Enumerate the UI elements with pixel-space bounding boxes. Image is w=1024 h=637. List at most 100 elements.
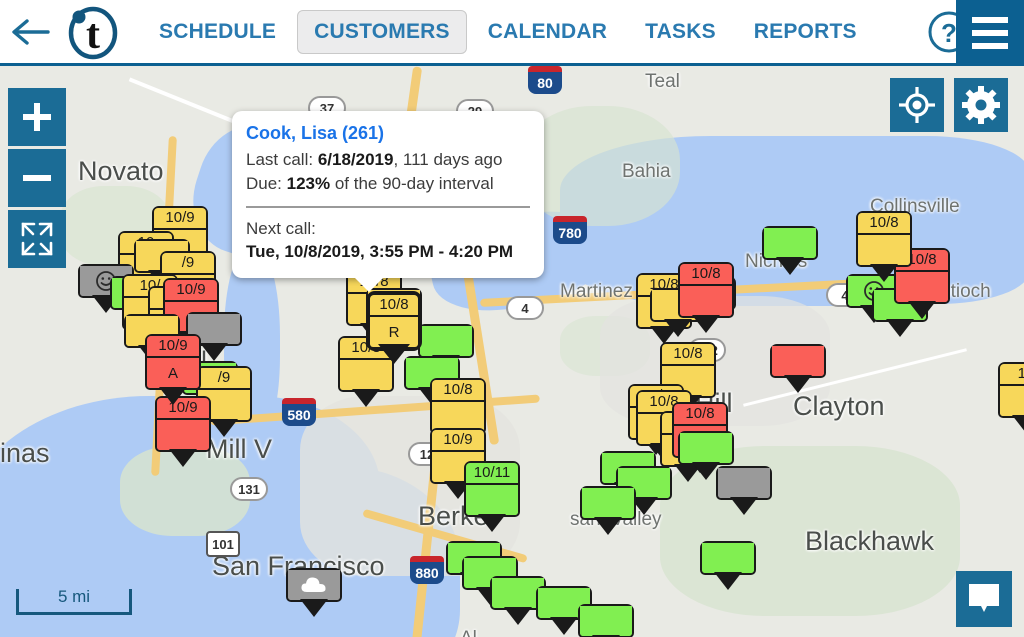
fullscreen-expand-icon[interactable] (8, 210, 66, 268)
app-logo[interactable]: t (62, 0, 124, 65)
map-pin-area (718, 468, 770, 498)
map-pin-date-label: 10/9 (154, 208, 206, 230)
map-pin-body: 10/8 R (366, 291, 422, 364)
highway-shield-icon: 4 (506, 296, 544, 320)
popup-last-call-suffix: , 111 days ago (393, 150, 503, 169)
map-pin[interactable]: 10 (998, 362, 1024, 433)
map-pin-area (680, 433, 732, 463)
map-pin[interactable] (716, 466, 772, 515)
map-pin[interactable] (286, 568, 342, 617)
map-place-label: Clayton (793, 391, 885, 421)
popup-due-label: Due: (246, 174, 287, 193)
svg-text:?: ? (941, 18, 957, 48)
map-place-label: inas (0, 438, 50, 468)
map-pin-pointer (352, 389, 380, 407)
map-pin[interactable]: 10/8 (678, 262, 734, 333)
map-pin-body (418, 324, 474, 373)
map-pin-body (716, 466, 772, 515)
map-pin-date-label: 10/8 (680, 264, 732, 286)
app-root: t SCHEDULE CUSTOMERS CALENDAR TASKS REPO… (0, 0, 1024, 637)
popup-last-call-label: Last call: (246, 150, 318, 169)
map-pin-date-label: 10 (1000, 364, 1024, 386)
map-pin-pointer (550, 617, 578, 635)
map-place-label: Teal (645, 71, 680, 92)
menu-bar-3 (972, 43, 1008, 49)
hamburger-menu-icon[interactable] (956, 0, 1024, 66)
map-pin-area (580, 606, 632, 636)
nav-item-customers[interactable]: CUSTOMERS (297, 9, 467, 54)
map-pin-body (286, 568, 342, 617)
map-place-label: Al (460, 628, 477, 637)
popup-customer-name[interactable]: Cook, Lisa (261) (246, 123, 530, 144)
popup-last-call: Last call: 6/18/2019, 111 days ago (246, 148, 530, 172)
map-pin-pointer (478, 514, 506, 532)
nav-item-tasks[interactable]: TASKS (628, 10, 733, 54)
map-pin[interactable] (762, 226, 818, 275)
map-pin-area (702, 543, 754, 573)
zoom-out-button[interactable] (8, 149, 66, 207)
map-place-label: Blackhawk (805, 526, 935, 556)
customer-info-popup[interactable]: Cook, Lisa (261) Last call: 6/18/2019, 1… (232, 111, 544, 292)
map-pin-date-label: 10/9 (147, 336, 199, 358)
app-header: t SCHEDULE CUSTOMERS CALENDAR TASKS REPO… (0, 0, 1024, 66)
map-pin[interactable]: 10/11 (464, 461, 520, 532)
map-pin-date-label: /9 (198, 368, 250, 390)
map-pin-pointer (870, 264, 898, 282)
map-pin-date-label: 10/11 (466, 463, 518, 485)
map-pin[interactable]: 10/9 A (145, 334, 201, 405)
map-pin[interactable] (770, 344, 826, 393)
map-pin[interactable]: 10/8 (430, 378, 486, 449)
popup-divider (246, 206, 530, 208)
nav-item-schedule[interactable]: SCHEDULE (142, 10, 293, 54)
map-pin-body (580, 486, 636, 535)
main-navigation: SCHEDULE CUSTOMERS CALENDAR TASKS REPORT… (142, 9, 874, 54)
map-pin-pointer (200, 343, 228, 361)
highway-shield-icon: 131 (230, 477, 268, 501)
nav-item-calendar[interactable]: CALENDAR (471, 10, 624, 54)
cloud-icon (288, 570, 340, 600)
gear-icon[interactable] (954, 78, 1008, 132)
zoom-in-button[interactable] (8, 88, 66, 146)
highway-shield-icon: 880 (410, 556, 444, 584)
map-pin-pointer (210, 419, 238, 437)
map-pin-area (340, 360, 392, 390)
map-place-label: Mill V (206, 434, 272, 464)
popup-last-call-date: 6/18/2019 (317, 150, 394, 169)
map-pin-selected[interactable]: 10/8 R (366, 291, 422, 364)
popup-pointer (354, 277, 384, 292)
map-pin-route-label: R (370, 317, 418, 347)
map-pin-pointer (664, 319, 692, 337)
highway-shield-icon: 101 (206, 531, 240, 557)
nav-item-reports[interactable]: REPORTS (737, 10, 874, 54)
map-pin-body: 10/8 (678, 262, 734, 333)
map-pin[interactable] (700, 541, 756, 590)
svg-text:t: t (86, 12, 100, 58)
crosshair-locate-icon[interactable] (890, 78, 944, 132)
map-canvas[interactable]: Novato Teal Bahia Collinsville Nichols Martin… (0, 66, 1024, 637)
highway-shield-icon: 780 (553, 216, 587, 244)
map-pin-pointer (594, 517, 622, 535)
map-pin[interactable] (580, 486, 636, 535)
map-pin-date-label: 10/8 (370, 295, 418, 317)
map-pin-body: 10/9 A (145, 334, 201, 405)
map-pin-body (678, 431, 734, 480)
map-pin-pointer (886, 319, 914, 337)
map-pin-area (157, 420, 209, 450)
chat-bubble-icon[interactable] (956, 571, 1012, 627)
map-pin-body (578, 604, 634, 637)
map-pin[interactable] (578, 604, 634, 637)
map-pin[interactable]: 10/8 (856, 211, 912, 282)
map-scale-label: 5 mi (57, 586, 91, 606)
map-pin-body: 10 (998, 362, 1024, 433)
map-pin-area (466, 485, 518, 515)
popup-due-percent: 123% (286, 174, 331, 193)
back-arrow-icon[interactable] (0, 0, 62, 65)
map-pin[interactable] (418, 324, 474, 373)
map-place-label: Novato (78, 156, 164, 186)
map-pin[interactable] (678, 431, 734, 480)
map-pin-area (420, 326, 472, 356)
map-pin-pointer (378, 344, 410, 364)
zoom-controls (8, 88, 66, 271)
map-pin-pointer (730, 497, 758, 515)
map-pin-pointer (692, 315, 720, 333)
